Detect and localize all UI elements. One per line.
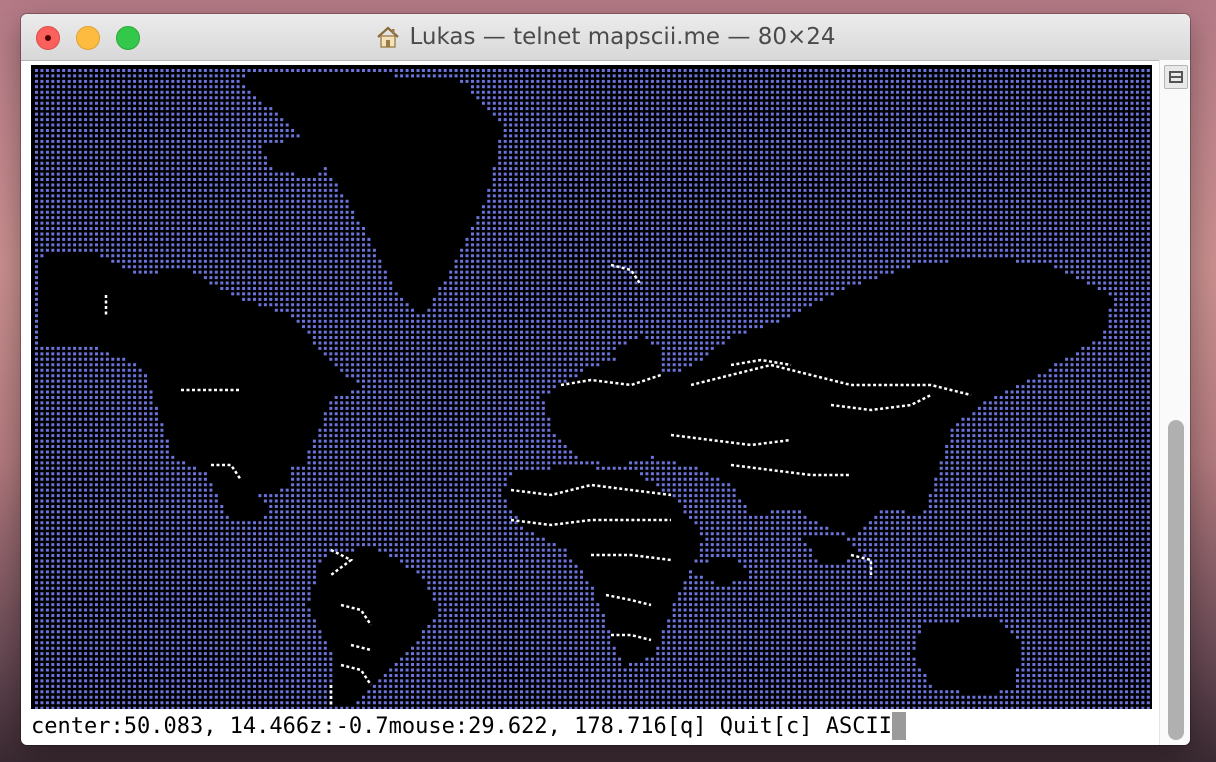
scrollbar-thumb[interactable] (1168, 420, 1184, 740)
center-value: 50.083, 14.466 (123, 713, 310, 739)
map-land-background (31, 65, 1152, 709)
zoom-value: -0.7 (335, 713, 389, 739)
center-label: center: (31, 713, 124, 739)
quit-command: [q] Quit (666, 713, 773, 739)
status-line: center: 50.083, 14.466 z: -0.7 mouse: 29… (31, 709, 1152, 743)
terminal-window: Lukas — telnet mapscii.me — 80×24 center… (21, 14, 1190, 745)
window-title: Lukas — telnet mapscii.me — 80×24 (409, 24, 836, 50)
ascii-toggle-command: [c] ASCII (772, 713, 892, 739)
split-pane-icon[interactable] (1164, 65, 1188, 89)
terminal-cursor (892, 712, 906, 740)
scrollbar-track[interactable] (1159, 60, 1190, 745)
ascii-map[interactable] (31, 65, 1152, 709)
home-icon (377, 26, 400, 48)
terminal-view[interactable]: center: 50.083, 14.466 z: -0.7 mouse: 29… (31, 65, 1152, 743)
window-title-group: Lukas — telnet mapscii.me — 80×24 (21, 14, 1190, 60)
mouse-label: mouse: (388, 713, 469, 739)
world-map-canvas[interactable] (31, 65, 1152, 709)
mouse-value: 29.622, 178.716 (468, 713, 667, 739)
title-bar[interactable]: Lukas — telnet mapscii.me — 80×24 (21, 14, 1190, 61)
zoom-label: z: (309, 713, 336, 739)
